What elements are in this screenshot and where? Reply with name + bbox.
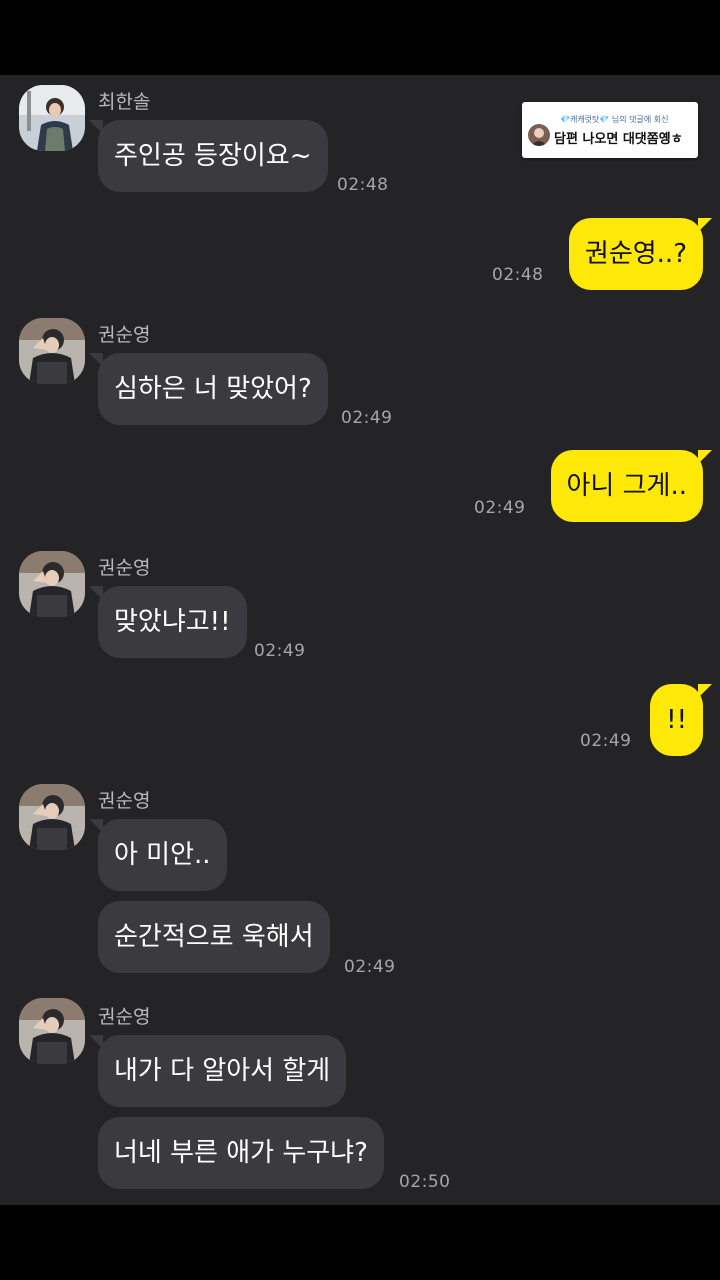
message-time: 02:49 <box>254 641 306 661</box>
sender-name: 권순영 <box>98 790 151 812</box>
message-bubble-incoming[interactable]: 주인공 등장이요~ <box>89 120 328 192</box>
avatar-kwon-soonyoung[interactable] <box>19 551 85 617</box>
message-time: 02:49 <box>474 498 526 518</box>
profile-avatar-icon <box>19 318 85 384</box>
comment-reply-badge[interactable]: 💎캐캐럿탓💎 님의 댓글에 회신 담편 나오면 대댓쫌옝ㅎ <box>522 102 698 158</box>
message-bubble-incoming[interactable]: 아 미안.. <box>89 819 227 891</box>
avatar-kwon-soonyoung[interactable] <box>19 784 85 850</box>
message-time: 02:50 <box>399 1172 451 1192</box>
sender-name: 권순영 <box>98 557 151 579</box>
top-letterbox <box>0 0 720 75</box>
profile-avatar-icon <box>19 551 85 617</box>
message-time: 02:49 <box>341 408 393 428</box>
message-bubble-incoming[interactable]: 순간적으로 욱해서 <box>98 901 330 973</box>
reply-to-label: 💎캐캐럿탓💎 님의 댓글에 회신 <box>560 115 669 124</box>
avatar-kwon-soonyoung[interactable] <box>19 318 85 384</box>
message-time: 02:49 <box>344 957 396 977</box>
sender-name: 권순영 <box>98 1006 151 1028</box>
bottom-letterbox <box>0 1205 720 1280</box>
commenter-avatar <box>528 124 550 146</box>
message-bubble-outgoing[interactable]: !! <box>650 684 712 756</box>
message-bubble-incoming[interactable]: 맞았냐고!! <box>89 586 247 658</box>
avatar-kwon-soonyoung[interactable] <box>19 998 85 1064</box>
message-time: 02:48 <box>337 175 389 195</box>
message-time: 02:48 <box>492 265 544 285</box>
message-bubble-incoming[interactable]: 심하은 너 맞았어? <box>89 353 328 425</box>
message-bubble-incoming[interactable]: 너네 부른 애가 누구냐? <box>98 1117 384 1189</box>
message-bubble-outgoing[interactable]: 아니 그게.. <box>550 450 713 522</box>
avatar-choi-hansol[interactable] <box>19 85 85 151</box>
message-bubble-incoming[interactable]: 내가 다 알아서 할게 <box>88 1035 347 1107</box>
profile-avatar-icon <box>19 784 85 850</box>
profile-avatar-icon <box>19 998 85 1064</box>
profile-avatar-icon <box>19 85 85 151</box>
profile-avatar-icon <box>528 124 550 146</box>
comment-text: 담편 나오면 대댓쫌옝ㅎ <box>554 132 683 147</box>
sender-name: 권순영 <box>98 324 151 346</box>
sender-name: 최한솔 <box>98 91 151 113</box>
message-bubble-outgoing[interactable]: 권순영..? <box>568 218 713 290</box>
message-time: 02:49 <box>580 731 632 751</box>
